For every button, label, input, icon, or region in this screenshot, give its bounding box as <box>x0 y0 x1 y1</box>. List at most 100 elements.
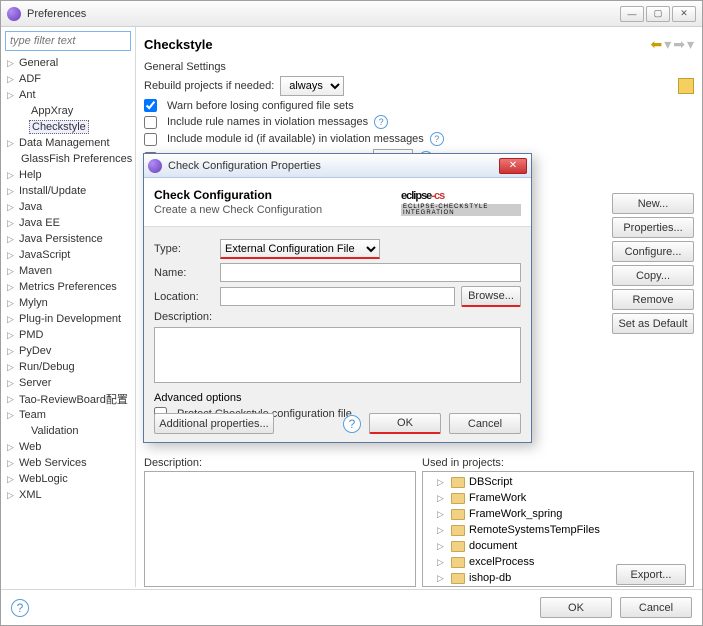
tree-item-java-ee[interactable]: ▷Java EE <box>5 215 131 231</box>
advanced-label: Advanced options <box>154 392 521 404</box>
tree-item-javascript[interactable]: ▷JavaScript <box>5 247 131 263</box>
expand-icon: ▷ <box>437 573 447 584</box>
expand-icon: ▷ <box>7 298 17 309</box>
maximize-button[interactable]: ▢ <box>646 6 670 22</box>
cancel-button[interactable]: Cancel <box>620 597 692 618</box>
tree-item-checkstyle[interactable]: Checkstyle <box>5 119 131 135</box>
tree-item-label: Java EE <box>17 217 62 229</box>
tree-item-server[interactable]: ▷Server <box>5 375 131 391</box>
include-rule-checkbox[interactable] <box>144 116 157 129</box>
tree-item-glassfish-preferences[interactable]: GlassFish Preferences <box>5 151 131 167</box>
tree-item-label: Install/Update <box>17 185 88 197</box>
project-item[interactable]: ▷RemoteSystemsTempFiles <box>425 522 691 538</box>
warn-checkbox[interactable] <box>144 99 157 112</box>
tree-item-general[interactable]: ▷General <box>5 55 131 71</box>
remove-button[interactable]: Remove <box>612 289 694 310</box>
tree-item-label: GlassFish Preferences <box>19 153 134 165</box>
tree-item-java[interactable]: ▷Java <box>5 199 131 215</box>
expand-icon: ▷ <box>7 458 17 469</box>
tree-item-label: Data Management <box>17 137 112 149</box>
dialog-close-button[interactable]: ✕ <box>499 158 527 174</box>
include-module-checkbox[interactable] <box>144 133 157 146</box>
folder-icon <box>451 557 465 568</box>
tree-item-label: Help <box>17 169 44 181</box>
preferences-tree[interactable]: ▷General▷ADF▷AntAppXrayCheckstyle▷Data M… <box>5 55 131 503</box>
tree-item-ant[interactable]: ▷Ant <box>5 87 131 103</box>
tree-item-data-management[interactable]: ▷Data Management <box>5 135 131 151</box>
tree-item-appxray[interactable]: AppXray <box>5 103 131 119</box>
forward-menu-icon[interactable]: ▾ <box>687 36 694 53</box>
help-icon[interactable]: ? <box>430 132 444 146</box>
tree-item-label: Run/Debug <box>17 361 77 373</box>
expand-icon: ▷ <box>7 394 17 405</box>
location-input[interactable] <box>220 287 455 306</box>
tree-item-mylyn[interactable]: ▷Mylyn <box>5 295 131 311</box>
help-icon[interactable]: ? <box>11 599 29 617</box>
tree-item-adf[interactable]: ▷ADF <box>5 71 131 87</box>
tree-item-pydev[interactable]: ▷PyDev <box>5 343 131 359</box>
expand-icon: ▷ <box>437 477 447 488</box>
expand-icon: ▷ <box>437 509 447 520</box>
close-button[interactable]: ✕ <box>672 6 696 22</box>
general-settings-label: General Settings <box>144 61 694 73</box>
filter-input[interactable] <box>5 31 131 51</box>
tree-item-label: XML <box>17 489 44 501</box>
project-label: DBScript <box>469 476 512 488</box>
warn-label: Warn before losing configured file sets <box>167 100 354 112</box>
window-title: Preferences <box>27 8 620 20</box>
tree-item-tao-reviewboard-[interactable]: ▷Tao-ReviewBoard配置 <box>5 391 131 407</box>
tree-item-label: WebLogic <box>17 473 70 485</box>
name-label: Name: <box>154 267 214 279</box>
dialog-cancel-button[interactable]: Cancel <box>449 413 521 434</box>
rebuild-select[interactable]: always <box>280 76 344 96</box>
settings-icon[interactable] <box>678 78 694 94</box>
tree-item-pmd[interactable]: ▷PMD <box>5 327 131 343</box>
properties-button[interactable]: Properties... <box>612 217 694 238</box>
project-item[interactable]: ▷ DBScript <box>425 474 691 490</box>
set-default-button[interactable]: Set as Default <box>612 313 694 334</box>
folder-icon <box>451 493 465 504</box>
dialog-ok-button[interactable]: OK <box>369 413 441 434</box>
browse-button[interactable]: Browse... <box>461 286 521 307</box>
back-icon[interactable]: ⬅ <box>650 36 662 53</box>
name-input[interactable] <box>220 263 521 282</box>
project-item[interactable]: ▷document <box>425 538 691 554</box>
help-icon[interactable]: ? <box>343 415 361 433</box>
project-item[interactable]: ▷FrameWork_spring <box>425 506 691 522</box>
project-item[interactable]: ▷FrameWork <box>425 490 691 506</box>
type-label: Type: <box>154 243 214 255</box>
new-button[interactable]: New... <box>612 193 694 214</box>
tree-item-help[interactable]: ▷Help <box>5 167 131 183</box>
tree-item-team[interactable]: ▷Team <box>5 407 131 423</box>
configure-button[interactable]: Configure... <box>612 241 694 262</box>
export-button[interactable]: Export... <box>616 564 686 585</box>
tree-item-install-update[interactable]: ▷Install/Update <box>5 183 131 199</box>
tree-item-plug-in-development[interactable]: ▷Plug-in Development <box>5 311 131 327</box>
tree-item-label: Java Persistence <box>17 233 105 245</box>
tree-item-maven[interactable]: ▷Maven <box>5 263 131 279</box>
folder-icon <box>451 509 465 520</box>
folder-icon <box>451 525 465 536</box>
tree-item-java-persistence[interactable]: ▷Java Persistence <box>5 231 131 247</box>
tree-item-weblogic[interactable]: ▷WebLogic <box>5 471 131 487</box>
tree-item-xml[interactable]: ▷XML <box>5 487 131 503</box>
used-in-projects-label: Used in projects: <box>422 457 694 469</box>
tree-item-metrics-preferences[interactable]: ▷Metrics Preferences <box>5 279 131 295</box>
minimize-button[interactable]: — <box>620 6 644 22</box>
rebuild-label: Rebuild projects if needed: <box>144 80 274 92</box>
tree-item-web[interactable]: ▷Web <box>5 439 131 455</box>
additional-properties-button[interactable]: Additional properties... <box>154 413 274 434</box>
type-select[interactable]: External Configuration File <box>220 239 380 259</box>
forward-icon[interactable]: ➡ <box>673 36 685 53</box>
tree-item-run-debug[interactable]: ▷Run/Debug <box>5 359 131 375</box>
tree-item-validation[interactable]: Validation <box>5 423 131 439</box>
folder-icon <box>451 477 465 488</box>
back-menu-icon[interactable]: ▾ <box>664 36 671 53</box>
expand-icon: ▷ <box>7 266 17 277</box>
ok-button[interactable]: OK <box>540 597 612 618</box>
help-icon[interactable]: ? <box>374 115 388 129</box>
copy-button[interactable]: Copy... <box>612 265 694 286</box>
description-textarea[interactable] <box>154 327 521 383</box>
location-label: Location: <box>154 291 214 303</box>
tree-item-web-services[interactable]: ▷Web Services <box>5 455 131 471</box>
